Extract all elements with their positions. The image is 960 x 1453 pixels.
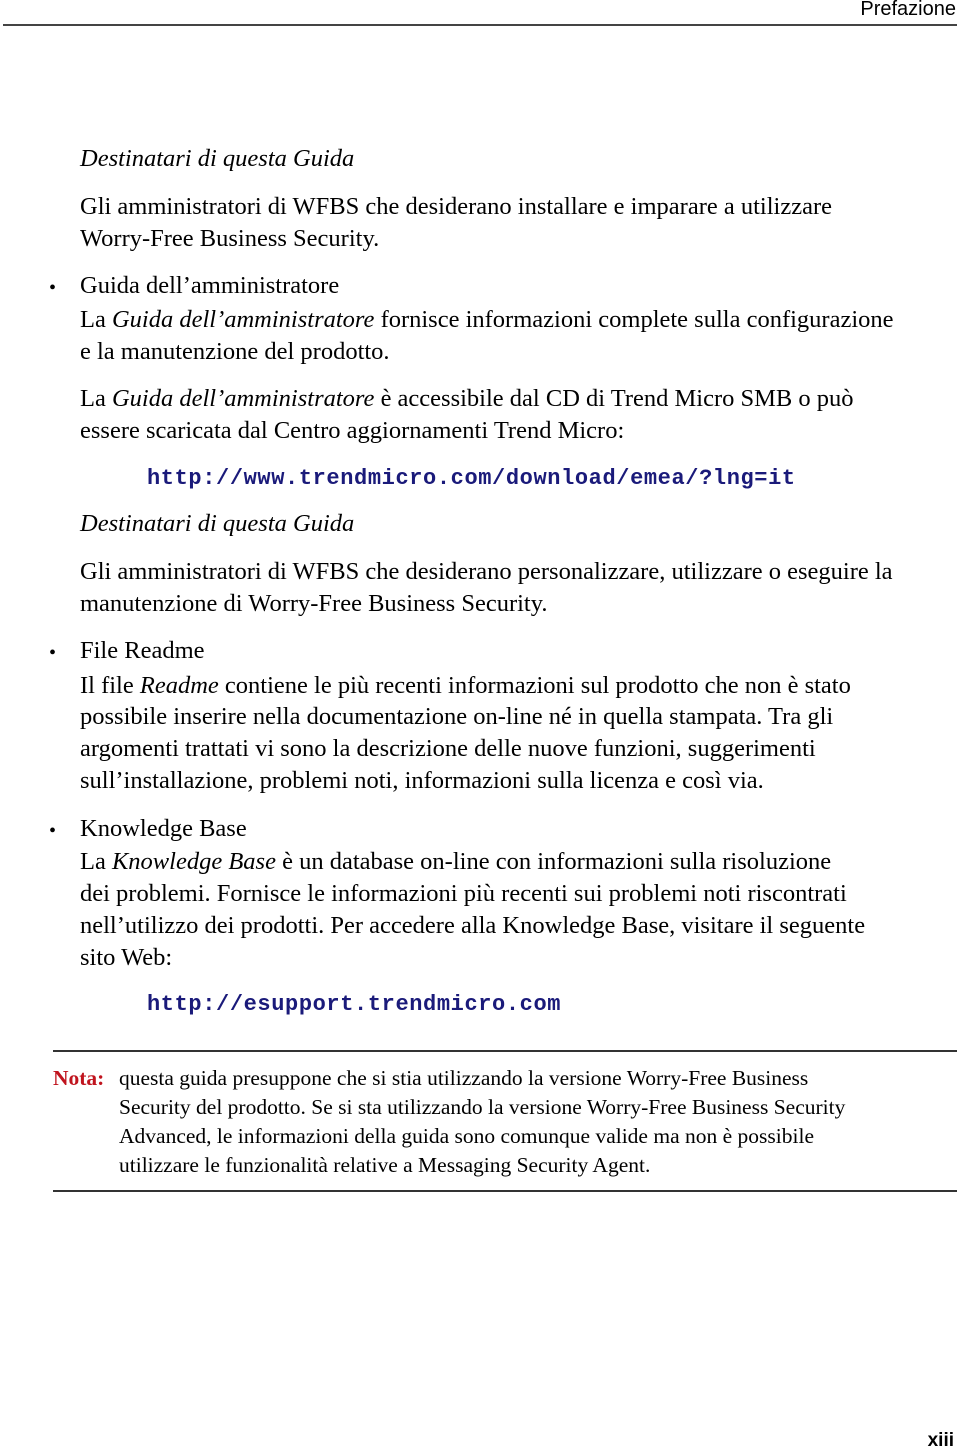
page-number: xiii [927,1430,954,1451]
bullet-icon: • [49,642,57,664]
note-top-divider [53,1050,957,1052]
download-url-link[interactable]: http://www.trendmicro.com/download/emea/… [147,466,796,491]
text: La [80,385,112,412]
list-item-title: File Readme [80,637,205,664]
note-bottom-divider [53,1190,957,1192]
audience-text-line: manutenzione di Worry-Free Business Secu… [80,590,548,617]
kb-desc-line: sito Web: [80,944,173,971]
note-line: Advanced, le informazioni della guida so… [119,1124,814,1148]
text: La [80,306,112,333]
text: La [80,848,112,875]
list-item-title: Knowledge Base [80,815,247,842]
file-name: Readme [139,672,219,699]
list-item-title: Guida dell’amministratore [80,272,340,299]
admin-guide-access-line: La Guida dell’amministratore è accessibi… [80,383,958,415]
kb-desc-line: dei problemi. Fornisce le informazioni p… [80,880,847,907]
text: è un database on-line con informazioni s… [275,848,832,875]
readme-desc-line: argomenti trattati vi sono la descrizion… [80,735,816,762]
support-url-link[interactable]: http://esupport.trendmicro.com [147,992,561,1017]
admin-guide-access-line: essere scaricata dal Centro aggiornament… [80,417,625,444]
readme-desc-line: Il file Readme contiene le più recenti i… [80,670,958,702]
note-line: Security del prodotto. Se si sta utilizz… [119,1095,846,1119]
text: contiene le più recenti informazioni sul… [218,672,851,699]
note-label: Nota: [53,1064,104,1093]
kb-desc-line: La Knowledge Base è un database on-line … [80,846,958,878]
note-line: questa guida presuppone che si stia util… [119,1066,809,1090]
audience-heading: Destinatari di questa Guida [80,510,355,537]
header-divider [3,24,957,26]
bullet-icon: • [49,820,57,842]
kb-desc-line: nell’utilizzo dei prodotti. Per accedere… [80,912,866,939]
note-label-text: Nota: [53,1066,105,1090]
audience-text-line: Gli amministratori di WFBS che desideran… [80,558,893,585]
note-line: utilizzare le funzionalità relative a Me… [119,1153,651,1177]
readme-desc-line: sull’installazione, problemi noti, infor… [80,767,764,794]
audience-heading: Destinatari di questa Guida [80,145,355,172]
text: è accessibile dal CD di Trend Micro SMB … [374,385,854,412]
audience-text-line: Gli amministratori di WFBS che desideran… [80,193,832,220]
admin-guide-desc-line: e la manutenzione del prodotto. [80,338,390,365]
text: fornisce informazioni complete sulla con… [374,306,894,333]
readme-desc-line: possibile inserire nella documentazione … [80,703,834,730]
bullet-icon: • [49,277,57,299]
book-title: Guida dell’amministratore [111,306,375,333]
kb-name: Knowledge Base [111,848,276,875]
text: Il file [80,672,140,699]
audience-text-line: Worry-Free Business Security. [80,225,380,252]
running-header-title: Prefazione [860,0,956,20]
book-title: Guida dell’amministratore [111,385,375,412]
admin-guide-desc-line: La Guida dell’amministratore fornisce in… [80,304,958,336]
